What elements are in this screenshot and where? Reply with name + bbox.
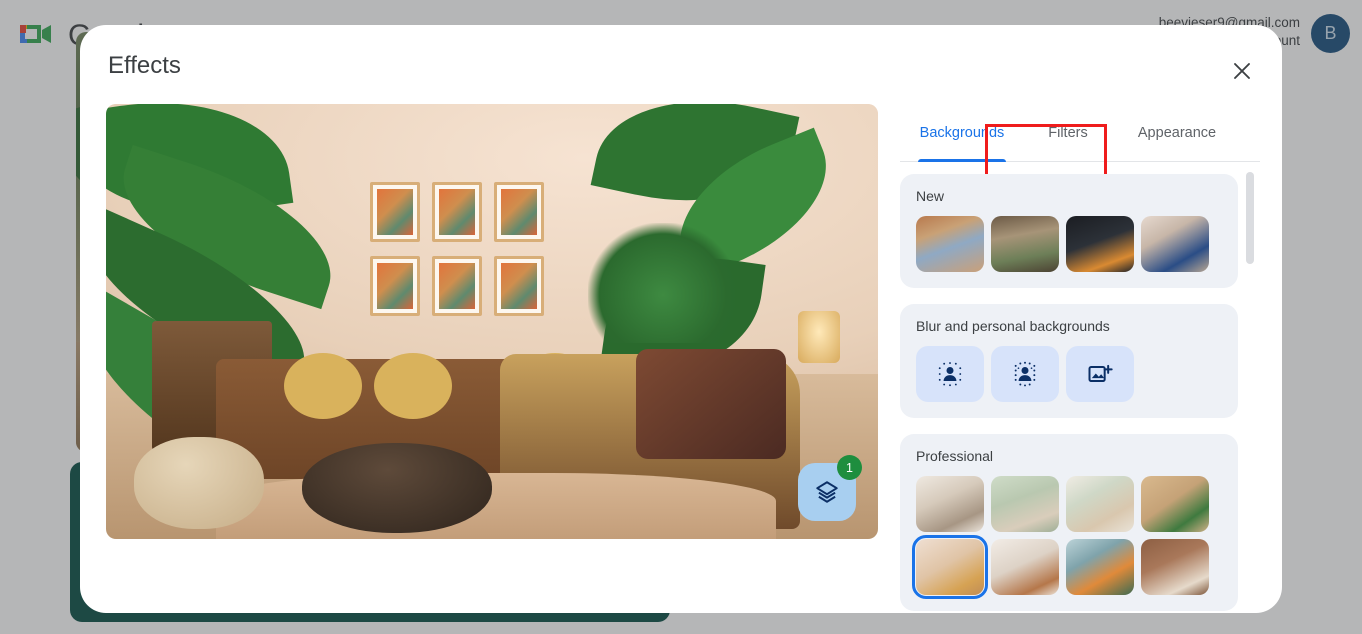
tab-backgrounds[interactable]: Backgrounds: [900, 104, 1024, 162]
person-heavy-blur-icon[interactable]: [991, 346, 1059, 402]
tab-filters[interactable]: Filters: [1024, 104, 1112, 162]
background-thumb-white-bookshelf[interactable]: [916, 476, 984, 532]
wall-art-frames: [370, 182, 544, 316]
background-thumb-pergola-patio[interactable]: [991, 216, 1059, 272]
background-thumb-taj-mahal-terrace[interactable]: [916, 216, 984, 272]
add-image-icon[interactable]: [1066, 346, 1134, 402]
effects-scroll-area[interactable]: New Blur and personal backgrounds Profes…: [900, 162, 1260, 613]
background-thumb-green-wall-lounge[interactable]: [991, 476, 1059, 532]
section-new: New: [900, 174, 1238, 288]
background-thumb-dark-room-fireplace[interactable]: [1066, 216, 1134, 272]
background-thumb-yellow-sofa-frames[interactable]: [912, 535, 988, 599]
tab-appearance[interactable]: Appearance: [1112, 104, 1242, 162]
section-title: New: [916, 188, 945, 204]
background-thumb-shelf-with-plants[interactable]: [1066, 476, 1134, 532]
panel-scrollbar-thumb[interactable]: [1246, 172, 1254, 264]
dialog-title: Effects: [108, 52, 181, 79]
effects-fab-wrapper: 1: [798, 455, 862, 521]
thumbnail-grid: [912, 476, 1222, 599]
section-blur-and-personal: Blur and personal backgrounds: [900, 304, 1238, 418]
section-professional: Professional: [900, 434, 1238, 611]
effects-dialog: Effects 1 Backgrounds Filters Appearance…: [80, 25, 1282, 613]
section-title: Professional: [916, 448, 994, 464]
blur-row: [916, 346, 1222, 402]
person-light-blur-icon[interactable]: [916, 346, 984, 402]
background-thumb-wood-panel-plant[interactable]: [1141, 476, 1209, 532]
section-title: Blur and personal backgrounds: [916, 318, 1110, 334]
background-thumb-pendant-lamps-office[interactable]: [1066, 539, 1134, 595]
thumbnail-row: [916, 216, 1222, 272]
background-thumb-brick-cafe-interior[interactable]: [1141, 539, 1209, 595]
effects-panel: Backgrounds Filters Appearance New Blur …: [900, 104, 1260, 613]
background-thumb-blue-sofa-gallery-wall[interactable]: [1141, 216, 1209, 272]
close-icon[interactable]: [1222, 51, 1262, 91]
video-preview: 1: [106, 104, 878, 539]
effects-count-badge: 1: [837, 455, 862, 480]
effects-tablist: Backgrounds Filters Appearance: [900, 104, 1260, 162]
panel-scrollbar[interactable]: [1246, 172, 1254, 601]
background-thumb-desk-wall-art[interactable]: [991, 539, 1059, 595]
